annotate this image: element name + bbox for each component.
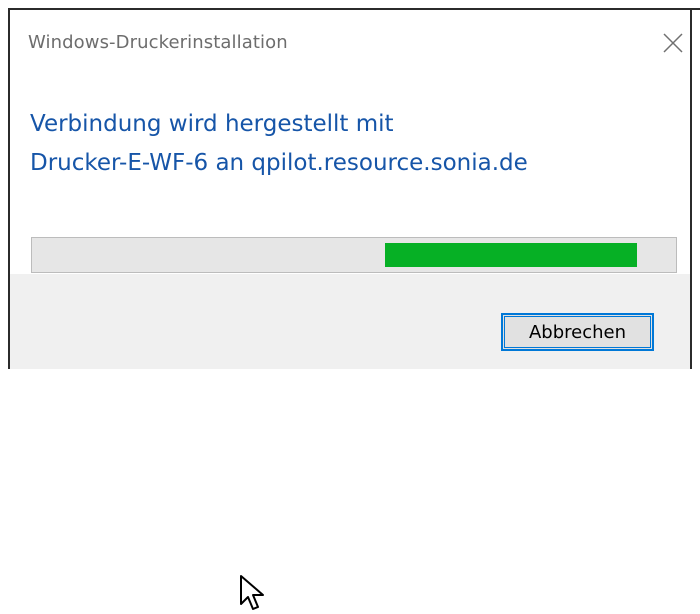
connection-message: Verbindung wird hergestellt mit Drucker-… (30, 105, 670, 183)
message-line-1: Verbindung wird hergestellt mit (30, 111, 394, 137)
progress-bar (31, 237, 677, 273)
close-button[interactable] (662, 32, 684, 54)
window-border-right (690, 8, 692, 369)
dialog-footer: Abbrechen (10, 274, 690, 610)
close-icon (663, 33, 683, 53)
window-title: Windows-Druckerinstallation (28, 32, 288, 53)
printer-install-dialog: Windows-Druckerinstallation Verbindung w… (10, 10, 690, 610)
mouse-pointer-icon (240, 575, 264, 610)
dialog-frame: Windows-Druckerinstallation Verbindung w… (0, 0, 700, 610)
message-line-2: Drucker-E-WF-6 an qpilot.resource.sonia.… (30, 150, 528, 176)
progress-fill (385, 243, 637, 267)
cancel-button[interactable]: Abbrechen (501, 313, 654, 351)
